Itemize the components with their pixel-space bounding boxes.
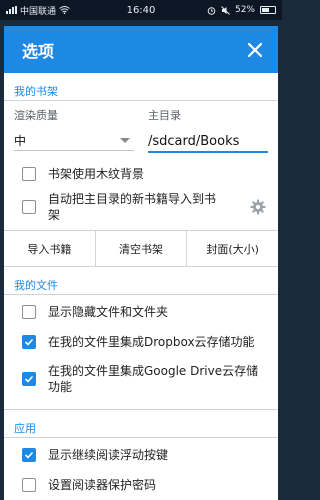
wood-bg-option[interactable]: 书架使用木纹背景	[4, 161, 278, 187]
show-hidden-checkbox[interactable]	[22, 305, 36, 319]
section-header-app: 应用	[14, 422, 36, 435]
password-label: 设置阅读器保护密码	[48, 478, 157, 492]
render-quality-select[interactable]: 中	[14, 131, 134, 151]
bookshelf-fields: 渲染质量 中 主目录 /sdcard/Books	[4, 101, 278, 153]
float-button-option[interactable]: 显示继续阅读浮动按键	[4, 440, 278, 470]
section-header-bookshelf: 我的书架	[14, 85, 58, 98]
wood-bg-checkbox[interactable]	[22, 167, 36, 181]
float-button-checkbox[interactable]	[22, 448, 36, 462]
clock: 16:40	[126, 4, 156, 16]
bookshelf-button-row: 导入书籍 清空书架 封面(大小)	[4, 230, 278, 266]
show-hidden-option[interactable]: 显示隐藏文件和文件夹	[4, 297, 278, 327]
home-dir-group: 主目录 /sdcard/Books	[134, 101, 268, 153]
dialog-title: 选项	[22, 41, 55, 61]
home-dir-input[interactable]: /sdcard/Books	[148, 131, 268, 153]
render-quality-label: 渲染质量	[14, 109, 58, 122]
render-quality-value: 中	[14, 134, 27, 148]
cover-size-button[interactable]: 封面(大小)	[186, 231, 278, 266]
gdrive-option[interactable]: 在我的文件里集成Google Drive云存储功能	[4, 357, 278, 401]
password-checkbox[interactable]	[22, 478, 36, 492]
password-option[interactable]: 设置阅读器保护密码	[4, 470, 278, 500]
dropbox-option[interactable]: 在我的文件里集成Dropbox云存储功能	[4, 327, 278, 357]
battery-icon	[260, 6, 276, 14]
gdrive-label: 在我的文件里集成Google Drive云存储功能	[48, 364, 259, 394]
clear-shelf-button[interactable]: 清空书架	[94, 231, 187, 266]
status-bar: 中国联通 16:40 52%	[0, 0, 282, 20]
close-icon[interactable]	[244, 39, 266, 61]
divider	[4, 437, 278, 438]
home-dir-label: 主目录	[148, 109, 181, 122]
show-hidden-label: 显示隐藏文件和文件夹	[48, 305, 169, 319]
auto-import-label: 自动把主目录的新书籍导入到书架	[48, 192, 217, 222]
section-header-files: 我的文件	[14, 279, 58, 292]
auto-import-checkbox[interactable]	[22, 200, 36, 214]
gear-icon[interactable]	[248, 197, 268, 217]
float-button-label: 显示继续阅读浮动按键	[48, 448, 169, 462]
gdrive-checkbox[interactable]	[22, 372, 36, 386]
wood-bg-label: 书架使用木纹背景	[48, 167, 145, 181]
dropdown-caret-icon	[120, 138, 130, 143]
dialog-titlebar: 选项	[4, 26, 278, 73]
auto-import-option[interactable]: 自动把主目录的新书籍导入到书架	[4, 187, 278, 227]
options-dialog: 选项 我的书架 渲染质量 中 主目录 /sdcard/Books 书架使用木纹背…	[4, 26, 278, 500]
dropbox-label: 在我的文件里集成Dropbox云存储功能	[48, 335, 255, 349]
import-books-button[interactable]: 导入书籍	[4, 231, 95, 266]
render-quality-group: 渲染质量 中	[14, 101, 134, 153]
dropbox-checkbox[interactable]	[22, 335, 36, 349]
divider	[4, 294, 278, 295]
